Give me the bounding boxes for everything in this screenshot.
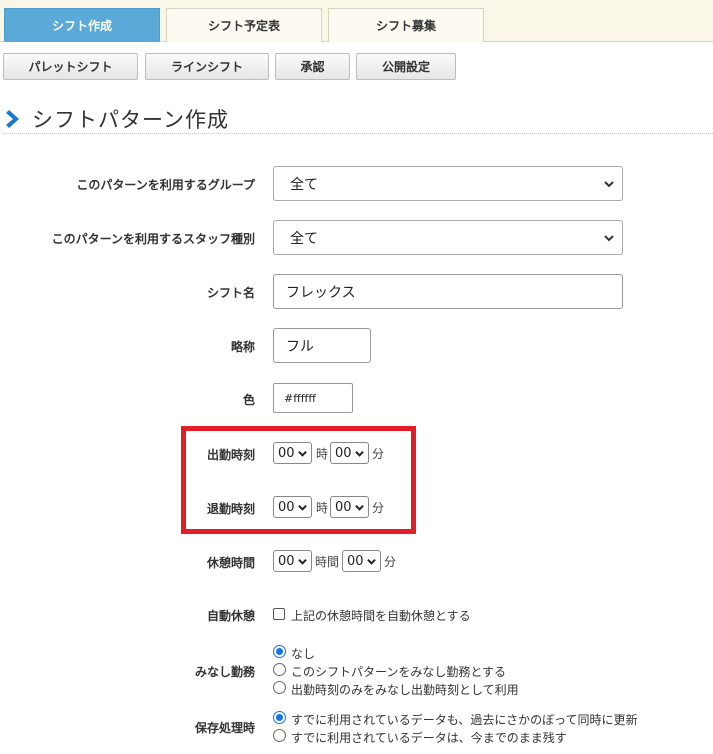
save-option-update-all: すでに利用されているデータも、過去にさかのぼって同時に更新 bbox=[291, 713, 638, 727]
abbreviation-label: 略称 bbox=[230, 340, 255, 354]
save-processing-label: 保存処理時 bbox=[194, 721, 255, 735]
hours-unit: 時間 bbox=[315, 555, 340, 569]
chevron-down-icon bbox=[298, 558, 307, 565]
tab-shift-schedule[interactable]: シフト予定表 bbox=[166, 8, 322, 42]
palette-shift-button[interactable]: パレットシフト bbox=[3, 53, 138, 80]
shift-name-input[interactable]: フレックス bbox=[273, 274, 623, 309]
color-label: 色 bbox=[242, 393, 255, 407]
publish-settings-button[interactable]: 公開設定 bbox=[356, 53, 456, 80]
deemed-work-option-none: なし bbox=[291, 647, 316, 661]
section-header: シフトパターン作成 bbox=[4, 104, 713, 134]
deemed-work-option-pattern: このシフトパターンをみなし勤務とする bbox=[291, 665, 507, 679]
save-radio-update-all[interactable] bbox=[273, 711, 286, 724]
deemed-work-option-start-only: 出勤時刻のみをみなし出勤時刻として利用 bbox=[291, 683, 519, 697]
break-minute-select[interactable]: 00 bbox=[342, 550, 381, 572]
group-select-value: 全て bbox=[290, 176, 318, 193]
abbreviation-input[interactable]: フル bbox=[273, 328, 371, 363]
minute-unit: 分 bbox=[384, 555, 397, 569]
auto-break-label: 自動休憩 bbox=[206, 609, 255, 623]
staff-type-select-value: 全て bbox=[290, 230, 318, 247]
shift-name-label: シフト名 bbox=[206, 286, 255, 300]
group-select[interactable]: 全て bbox=[273, 166, 623, 201]
chevron-down-icon bbox=[604, 181, 614, 188]
chevron-down-icon bbox=[604, 235, 614, 242]
tab-shift-create[interactable]: シフト作成 bbox=[4, 8, 160, 42]
chevron-right-icon bbox=[6, 109, 19, 128]
save-radio-keep-existing[interactable] bbox=[273, 729, 286, 742]
break-time-label: 休憩時間 bbox=[206, 556, 255, 570]
break-hour-select[interactable]: 00 bbox=[273, 550, 312, 572]
deemed-work-radio-none[interactable] bbox=[273, 645, 286, 658]
highlight-box bbox=[181, 426, 416, 534]
tab-shift-recruit[interactable]: シフト募集 bbox=[328, 8, 484, 42]
group-label: このパターンを利用するグループ bbox=[76, 178, 255, 192]
deemed-work-radio-pattern[interactable] bbox=[273, 663, 286, 676]
color-input[interactable]: #ffffff bbox=[273, 383, 353, 413]
page-title: シフトパターン作成 bbox=[32, 107, 229, 132]
staff-type-label: このパターンを利用するスタッフ種別 bbox=[51, 232, 255, 246]
approval-button[interactable]: 承認 bbox=[275, 53, 350, 80]
chevron-down-icon bbox=[367, 558, 376, 565]
deemed-work-radio-start-only[interactable] bbox=[273, 681, 286, 694]
save-option-keep-existing: すでに利用されているデータは、今までのまま残す bbox=[291, 731, 567, 745]
line-shift-button[interactable]: ラインシフト bbox=[145, 53, 269, 80]
staff-type-select[interactable]: 全て bbox=[273, 220, 623, 255]
auto-break-option-text: 上記の休憩時間を自動休憩とする bbox=[291, 609, 471, 623]
auto-break-checkbox[interactable] bbox=[273, 608, 285, 620]
deemed-work-label: みなし勤務 bbox=[194, 665, 255, 679]
break-hour-value: 00 bbox=[278, 553, 295, 569]
break-minute-value: 00 bbox=[347, 553, 364, 569]
top-tab-bar: シフト作成 シフト予定表 シフト募集 bbox=[0, 0, 713, 42]
